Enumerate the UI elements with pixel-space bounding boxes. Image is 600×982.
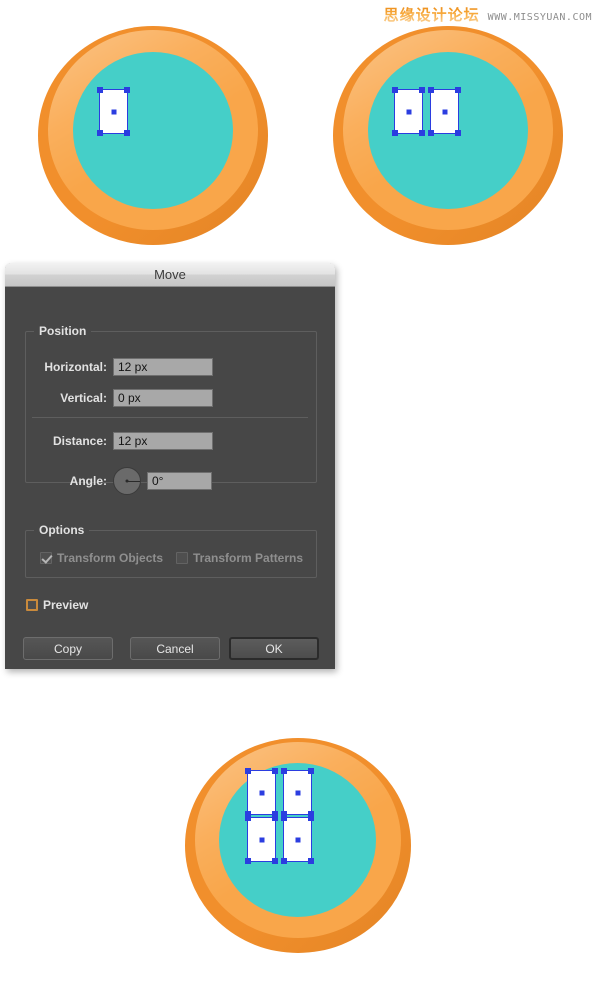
position-group-label: Position [34, 324, 92, 338]
selection-handle-top-left[interactable] [428, 87, 434, 93]
selection-handle-bottom-right[interactable] [272, 858, 278, 864]
selected-rectangle[interactable] [245, 768, 278, 817]
selection-handle-bottom-left[interactable] [428, 130, 434, 136]
selection-handle-top-left[interactable] [245, 768, 251, 774]
selection-handle-center[interactable] [259, 790, 264, 795]
selection-handle-center[interactable] [295, 837, 300, 842]
selected-rectangle[interactable] [245, 815, 278, 864]
vertical-input[interactable]: 0 px [113, 389, 213, 407]
angle-dial[interactable] [113, 467, 141, 495]
selection-handle-center[interactable] [295, 790, 300, 795]
selection-handle-center[interactable] [259, 837, 264, 842]
selection-handle-top-right[interactable] [419, 87, 425, 93]
icon-one-rect [38, 26, 268, 245]
transform-patterns-checkbox-row[interactable]: Transform Patterns [176, 551, 303, 565]
selection-handle-bottom-left[interactable] [97, 130, 103, 136]
watermark-chinese-text: 思缘设计论坛 [383, 6, 480, 24]
selection-handle-top-right[interactable] [308, 768, 314, 774]
selected-rectangle[interactable] [281, 768, 314, 817]
selection-handle-bottom-left[interactable] [245, 858, 251, 864]
transform-patterns-checkbox[interactable] [176, 552, 188, 564]
ok-button[interactable]: OK [229, 637, 319, 660]
angle-label: Angle: [69, 474, 107, 488]
move-dialog: Move Position Horizontal: 12 px Vertical… [5, 263, 335, 669]
distance-input[interactable]: 12 px [113, 432, 213, 450]
selected-rectangle[interactable] [428, 87, 461, 136]
cancel-button[interactable]: Cancel [130, 637, 220, 660]
angle-field-row: Angle: 0° [29, 467, 311, 495]
angle-dial-needle [127, 481, 140, 482]
transform-objects-checkbox-row[interactable]: Transform Objects [40, 551, 163, 565]
horizontal-label: Horizontal: [44, 360, 107, 374]
position-group-divider [32, 417, 308, 418]
selection-handle-top-right[interactable] [455, 87, 461, 93]
angle-dial-hub [125, 479, 129, 483]
vertical-field-row: Vertical: 0 px [29, 389, 311, 407]
selection-handle-bottom-right[interactable] [419, 130, 425, 136]
preview-label: Preview [43, 598, 89, 612]
selection-handle-top-right[interactable] [124, 87, 130, 93]
watermark: 思缘设计论坛 WWW.MISSYUAN.COM [384, 4, 592, 25]
options-group-label: Options [34, 523, 90, 537]
selection-handle-top-left[interactable] [281, 815, 287, 821]
selection-handle-center[interactable] [111, 109, 116, 114]
selection-handle-top-right[interactable] [272, 815, 278, 821]
vertical-label: Vertical: [60, 391, 107, 405]
icon-two-rects [333, 26, 563, 245]
transform-objects-checkbox[interactable] [40, 552, 52, 564]
selection-handle-center[interactable] [442, 109, 447, 114]
transform-patterns-label: Transform Patterns [193, 551, 304, 565]
selection-handle-center[interactable] [406, 109, 411, 114]
selection-handle-bottom-right[interactable] [124, 130, 130, 136]
watermark-url-text: WWW.MISSYUAN.COM [487, 12, 592, 23]
selection-handle-bottom-right[interactable] [308, 858, 314, 864]
selected-rectangle[interactable] [392, 87, 425, 136]
selection-handle-top-left[interactable] [245, 815, 251, 821]
selection-handle-top-right[interactable] [272, 768, 278, 774]
selection-handle-top-left[interactable] [392, 87, 398, 93]
horizontal-input[interactable]: 12 px [113, 358, 213, 376]
icon-four-rects [185, 738, 411, 953]
selection-handle-top-left[interactable] [97, 87, 103, 93]
distance-label: Distance: [52, 434, 107, 448]
selection-handle-bottom-right[interactable] [455, 130, 461, 136]
angle-input[interactable]: 0° [147, 472, 212, 490]
selection-handle-top-left[interactable] [281, 768, 287, 774]
dialog-titlebar[interactable]: Move [5, 263, 335, 287]
preview-checkbox[interactable] [26, 599, 38, 611]
copy-button[interactable]: Copy [23, 637, 113, 660]
selected-rectangle[interactable] [97, 87, 130, 136]
distance-field-row: Distance: 12 px [29, 432, 311, 450]
selection-handle-bottom-left[interactable] [392, 130, 398, 136]
selection-handle-bottom-left[interactable] [281, 858, 287, 864]
selection-handle-top-right[interactable] [308, 815, 314, 821]
dialog-title: Move [154, 267, 186, 282]
position-group: Position [25, 324, 317, 483]
horizontal-field-row: Horizontal: 12 px [29, 358, 311, 376]
preview-checkbox-row[interactable]: Preview [26, 598, 88, 612]
selected-rectangle[interactable] [281, 815, 314, 864]
transform-objects-label: Transform Objects [57, 551, 164, 565]
